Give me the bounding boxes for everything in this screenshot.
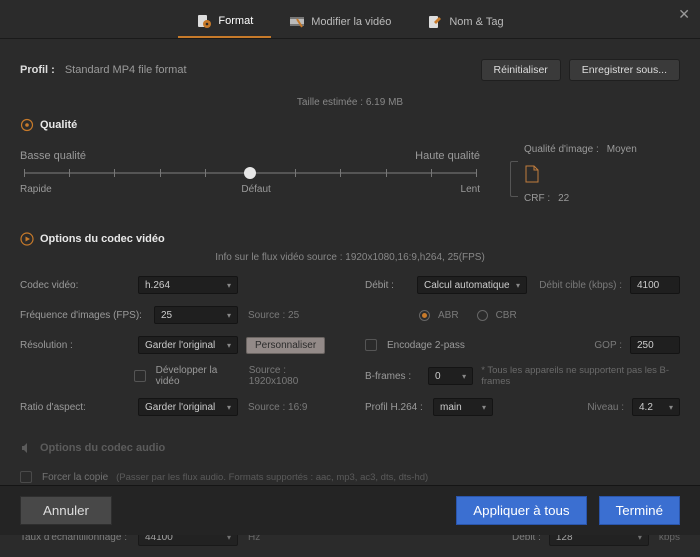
h264-profile-label: Profil H.264 : [365,402,425,413]
document-icon [524,165,540,183]
bframes-label: B-frames : [365,371,420,382]
slow-label: Lent [461,184,480,195]
tab-modify-label: Modifier la vidéo [311,16,391,28]
profile-label: Profil : [20,64,55,76]
cbr-label: CBR [496,310,517,321]
twopass-checkbox[interactable] [365,339,377,351]
h264-profile-select[interactable]: main▾ [433,398,493,416]
resolution-select[interactable]: Garder l'original▾ [138,336,238,354]
document-pencil-icon [427,15,443,29]
gop-input[interactable]: 250 [630,336,680,354]
profile-value: Standard MP4 file format [65,64,187,76]
video-codec-label: Codec vidéo: [20,280,130,291]
image-quality-value: Moyen [607,144,637,155]
bitrate-select[interactable]: Calcul automatique▾ [417,276,527,294]
force-copy-hint: (Passer par les flux audio. Formats supp… [116,472,428,483]
fps-source: Source : 25 [248,310,299,321]
personalize-button[interactable]: Personnaliser [246,337,325,354]
high-quality-label: Haute qualité [415,150,480,162]
bframes-select[interactable]: 0▾ [428,367,473,385]
target-bitrate-input[interactable]: 4100 [630,276,680,294]
expand-video-label: Développer la vidéo [156,365,241,387]
low-quality-label: Basse qualité [20,150,86,162]
tab-format[interactable]: Format [178,6,271,38]
target-bitrate-label: Débit cible (kbps) : [539,280,622,291]
video-codec-title: Options du codec vidéo [40,233,165,245]
tab-modify[interactable]: Modifier la vidéo [271,6,409,38]
done-button[interactable]: Terminé [599,496,680,525]
force-copy-checkbox[interactable] [20,471,32,483]
cbr-radio[interactable] [477,310,488,321]
twopass-label: Encodage 2-pass [387,340,465,351]
video-codec-select[interactable]: h.264▾ [138,276,238,294]
gear-icon [20,118,34,132]
close-icon[interactable]: ✕ [678,6,690,23]
apply-all-button[interactable]: Appliquer à tous [456,496,586,525]
aspect-select[interactable]: Garder l'original▾ [138,398,238,416]
resolution-label: Résolution : [20,340,130,351]
crf-value: 22 [558,193,569,204]
cancel-button[interactable]: Annuler [20,496,112,525]
speaker-icon [20,441,34,455]
document-gear-icon [196,14,212,28]
reset-button[interactable]: Réinitialiser [481,59,561,81]
audio-codec-title: Options du codec audio [40,442,165,454]
abr-radio[interactable] [419,310,430,321]
tab-name-tag[interactable]: Nom & Tag [409,6,521,38]
fps-label: Fréquence d'images (FPS): [20,310,146,321]
gop-label: GOP : [594,340,622,351]
expand-video-checkbox[interactable] [134,370,146,382]
tab-format-label: Format [218,15,253,27]
filmstrip-cut-icon [289,15,305,29]
save-as-button[interactable]: Enregistrer sous... [569,59,680,81]
fps-select[interactable]: 25▾ [154,306,238,324]
slider-knob[interactable] [244,167,256,179]
estimated-size: Taille estimée : 6.19 MB [20,97,680,108]
fast-label: Rapide [20,184,52,195]
crf-label: CRF : [524,193,550,204]
play-circle-icon [20,232,34,246]
abr-label: ABR [438,310,459,321]
footer: Annuler Appliquer à tous Terminé [0,485,700,535]
resolution-source: Source : 1920x1080 [249,365,335,387]
image-quality-label: Qualité d'image : [524,144,599,155]
bframes-hint: * Tous les appareils ne supportent pas l… [481,365,680,387]
source-stream-info: Info sur le flux vidéo source : 1920x108… [20,252,680,263]
bitrate-label: Débit : [365,280,409,291]
brace-decoration [510,161,518,197]
quality-slider[interactable] [24,172,476,174]
default-label: Défaut [241,184,270,195]
aspect-source: Source : 16:9 [248,402,307,413]
quality-title: Qualité [40,119,77,131]
level-select[interactable]: 4.2▾ [632,398,680,416]
force-copy-label: Forcer la copie [42,472,108,483]
tab-bar: Format Modifier la vidéo Nom & Tag [0,0,700,39]
tab-name-tag-label: Nom & Tag [449,16,503,28]
level-label: Niveau : [587,402,624,413]
aspect-label: Ratio d'aspect: [20,402,130,413]
